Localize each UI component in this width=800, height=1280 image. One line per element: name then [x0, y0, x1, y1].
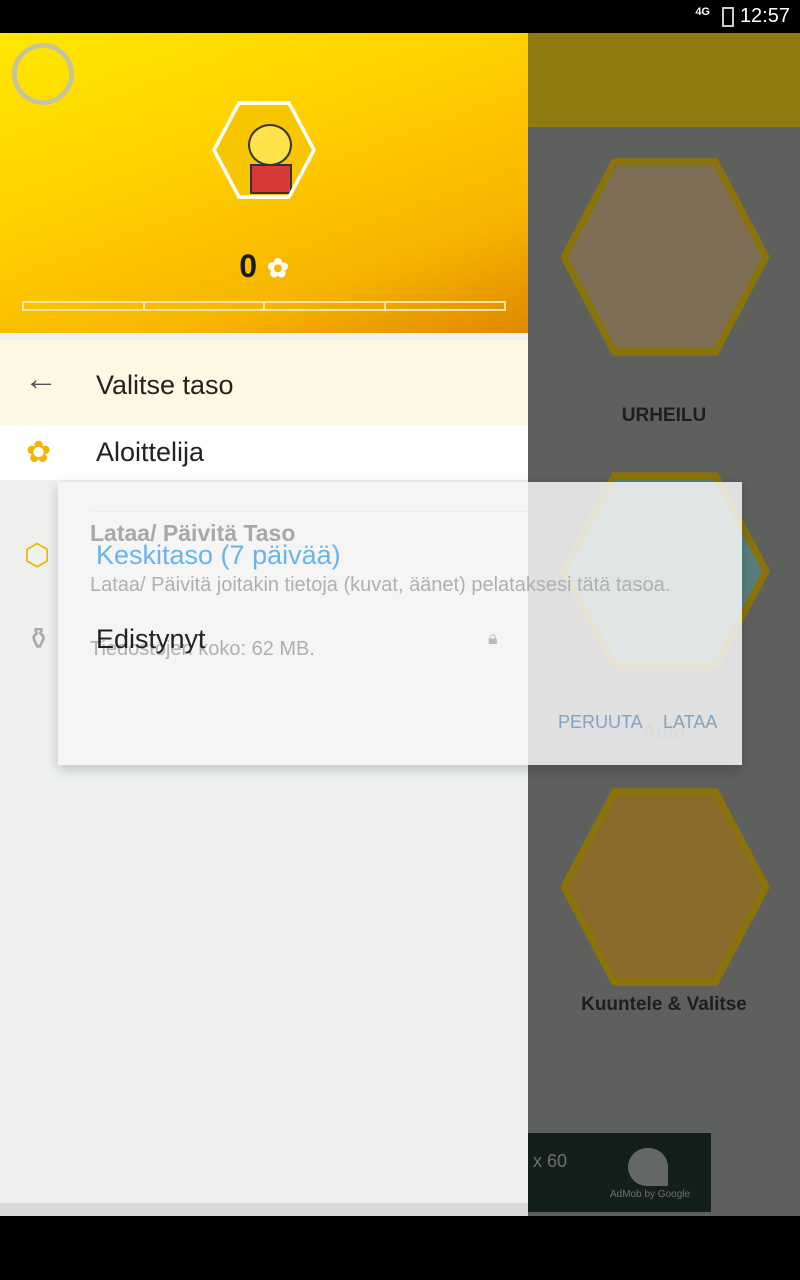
jar-icon: ⚱ — [26, 623, 52, 656]
app-toolbar — [528, 33, 800, 127]
cancel-button[interactable]: PERUUTA — [558, 712, 643, 733]
drawer-menu-header: ← Valitse taso — [0, 340, 528, 425]
tile-label: Kuuntele & Valitse — [581, 994, 747, 1015]
loading-spinner — [12, 43, 74, 105]
clock: 12:57 — [739, 5, 790, 27]
bee-avatar — [212, 101, 316, 199]
status-bar: 4G 12:57 — [0, 0, 800, 33]
flower-icon: ✿ — [26, 436, 52, 469]
tile-volleyball[interactable] — [560, 158, 770, 356]
level-progress-bar — [22, 301, 506, 311]
battery-icon — [722, 7, 734, 27]
level-item-beginner[interactable]: ✿ Aloittelija — [0, 425, 528, 480]
tile-listen-choose[interactable] — [560, 788, 770, 986]
level-item-intermediate[interactable]: ⬡ Keskitaso (7 päivää) — [0, 528, 528, 583]
level-label: Keskitaso (7 päivää) — [96, 540, 341, 570]
tile-label: URHEILU — [621, 405, 707, 426]
score-value: 0 — [239, 248, 257, 284]
back-arrow-icon[interactable]: ← — [24, 360, 58, 399]
admob-logo-icon — [628, 1148, 668, 1186]
system-nav-bar — [0, 1216, 800, 1280]
ad-size-text: x 60 — [533, 1151, 568, 1171]
download-button[interactable]: LATAA — [663, 712, 717, 733]
level-label: Aloittelija — [96, 437, 205, 467]
drawer-header: 0 ✿ — [0, 33, 528, 333]
lock-icon: 🔒︎ — [488, 628, 498, 648]
drawer-footer — [0, 1203, 528, 1216]
hexagon-icon: ⬡ — [24, 539, 51, 572]
flower-icon: ✿ — [267, 253, 289, 283]
ad-brand: AdMob by Google — [610, 1189, 691, 1200]
ad-banner[interactable]: x 60 AdMob by Google — [528, 1133, 711, 1212]
network-indicator: 4G — [695, 6, 710, 18]
menu-title: Valitse taso — [96, 370, 234, 400]
level-item-advanced[interactable]: ⚱ Edistynyt 🔒︎ — [0, 612, 528, 667]
score: 0 ✿ — [0, 248, 528, 285]
level-label: Edistynyt — [96, 624, 206, 654]
